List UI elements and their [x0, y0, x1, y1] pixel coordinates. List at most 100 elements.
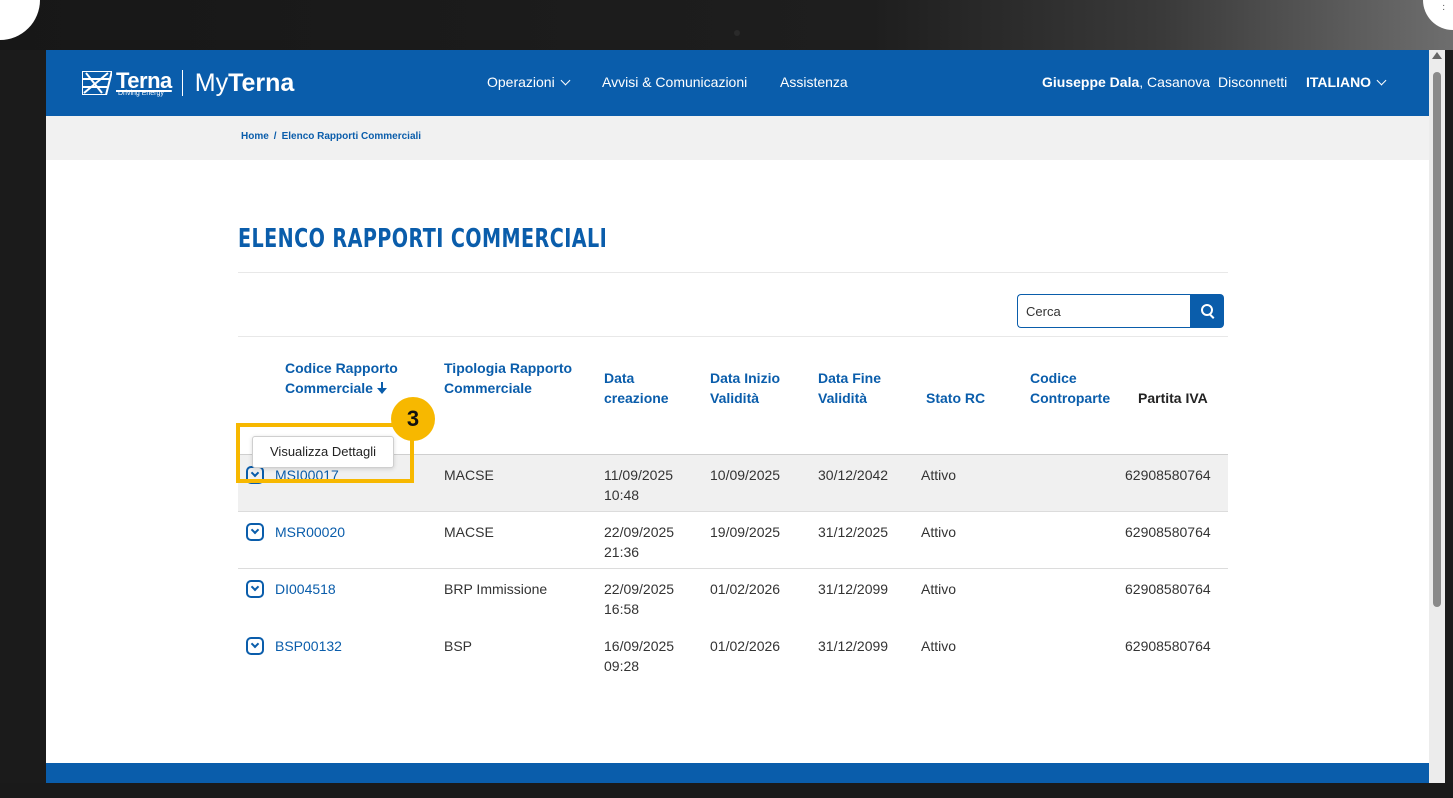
row-created-date: 11/09/2025: [604, 467, 674, 483]
row-start: 01/02/2026: [710, 581, 781, 597]
row-status: Attivo: [921, 524, 957, 540]
col-codice-controparte[interactable]: Codice Controparte: [1030, 368, 1110, 408]
row-start: 19/09/2025: [710, 524, 781, 540]
row-status: Attivo: [921, 581, 957, 597]
col-data-inizio-l2: Validità: [710, 390, 760, 406]
product-suffix: Terna: [228, 68, 295, 97]
col-codice-rapporto[interactable]: Codice Rapporto Commerciale: [285, 358, 398, 398]
search-icon: [1201, 304, 1213, 316]
nav-assistenza[interactable]: Assistenza: [780, 74, 848, 90]
row-created-date: 16/09/2025: [604, 638, 675, 654]
table-row[interactable]: BSP00132 BSP 16/09/2025 09:28 01/02/2026 …: [238, 626, 1228, 683]
row-status: Attivo: [921, 638, 957, 654]
site-footer: [46, 763, 1429, 783]
col-partita-iva: Partita IVA: [1138, 388, 1208, 408]
nav-avvisi[interactable]: Avvisi & Comunicazioni: [602, 74, 747, 90]
row-created-time: 09:28: [604, 658, 640, 674]
chevron-down-icon: [560, 75, 571, 86]
search-button[interactable]: [1190, 294, 1224, 328]
site-header: Terna Driving Energy MyTerna Operazioni …: [46, 50, 1429, 116]
scroll-up-arrow-icon[interactable]: [1432, 52, 1442, 59]
col-partita-iva-l1: Partita IVA: [1138, 390, 1208, 406]
expand-chevron-icon[interactable]: [246, 523, 264, 541]
language-selector[interactable]: ITALIANO: [1306, 74, 1387, 90]
row-status: Attivo: [921, 467, 957, 483]
row-vat: 62908580764: [1125, 581, 1211, 597]
row-created: 16/09/2025 09:28: [604, 636, 674, 676]
row-created: 11/09/2025 10:48: [604, 465, 673, 505]
row-end: 30/12/2042: [818, 467, 889, 483]
col-data-fine-l1: Data Fine: [818, 370, 882, 386]
col-codice-controparte-l1: Codice: [1030, 370, 1077, 386]
table-row[interactable]: DI004518 BRP Immissione 22/09/2025 16:58 …: [238, 569, 1228, 626]
row-start: 01/02/2026: [710, 638, 781, 654]
col-tipologia[interactable]: Tipologia Rapporto Commerciale: [444, 358, 572, 398]
nav-operazioni-label: Operazioni: [487, 74, 555, 90]
row-end: 31/12/2099: [818, 638, 889, 654]
product-name: MyTerna: [195, 69, 295, 98]
row-created-time: 10:48: [604, 487, 640, 503]
col-stato-rc-l1: Stato RC: [926, 390, 986, 406]
row-end: 31/12/2099: [818, 581, 889, 597]
row-created: 22/09/2025 16:58: [604, 579, 674, 619]
row-type: MACSE: [444, 467, 494, 483]
nav-assistenza-label: Assistenza: [780, 74, 848, 90]
col-data-inizio-l1: Data Inizio: [710, 370, 781, 386]
row-code[interactable]: BSP00132: [275, 636, 342, 656]
nav-operazioni[interactable]: Operazioni: [487, 74, 571, 90]
search-divider: [238, 336, 1228, 337]
table-row[interactable]: MSR00020 MACSE 22/09/2025 21:36 19/09/202…: [238, 512, 1228, 569]
row-created: 22/09/2025 21:36: [604, 522, 674, 562]
logo-brand: Terna: [116, 67, 172, 93]
search-box: [1017, 294, 1227, 328]
col-data-fine[interactable]: Data Fine Validità: [818, 368, 881, 408]
row-vat: 62908580764: [1125, 467, 1211, 483]
row-code[interactable]: MSR00020: [275, 522, 345, 542]
logo-divider: [181, 70, 183, 96]
user-location: , Casanova: [1139, 74, 1211, 90]
more-dots-icon: · ·: [1442, 0, 1446, 15]
breadcrumb-current: Elenco Rapporti Commerciali: [281, 131, 422, 142]
laptop-bezel-bottom: [0, 783, 1453, 798]
row-created-date: 22/09/2025: [604, 524, 675, 540]
row-created-date: 22/09/2025: [604, 581, 675, 597]
row-end: 31/12/2025: [818, 524, 889, 540]
breadcrumb: Home / Elenco Rapporti Commerciali: [241, 131, 421, 142]
expand-chevron-icon[interactable]: [246, 637, 264, 655]
title-divider: [238, 272, 1228, 273]
row-vat: 62908580764: [1125, 524, 1211, 540]
chevron-down-icon: [1376, 75, 1387, 86]
laptop-bezel-top: [0, 0, 1453, 50]
browser-viewport: Terna Driving Energy MyTerna Operazioni …: [46, 50, 1429, 783]
row-start: 10/09/2025: [710, 467, 781, 483]
terna-logo-icon: [82, 71, 112, 95]
col-tipologia-l2: Commerciale: [444, 380, 532, 396]
row-code[interactable]: DI004518: [275, 579, 336, 599]
expand-chevron-icon[interactable]: [246, 580, 264, 598]
logo[interactable]: Terna Driving Energy MyTerna: [82, 67, 294, 99]
language-label: ITALIANO: [1306, 74, 1372, 90]
col-codice-rapporto-l1: Codice Rapporto: [285, 360, 398, 376]
row-type: MACSE: [444, 524, 494, 540]
breadcrumb-home[interactable]: Home: [241, 131, 269, 142]
col-stato-rc[interactable]: Stato RC: [926, 388, 985, 408]
row-vat: 62908580764: [1125, 638, 1211, 654]
col-tipologia-l1: Tipologia Rapporto: [444, 360, 573, 376]
vertical-scrollbar[interactable]: [1429, 50, 1445, 783]
nav-avvisi-label: Avvisi & Comunicazioni: [602, 74, 748, 90]
col-data-fine-l2: Validità: [818, 390, 868, 406]
camera-icon: [734, 30, 740, 36]
logout-link[interactable]: Disconnetti: [1218, 74, 1287, 90]
logo-tagline: Driving Energy: [118, 89, 164, 97]
search-input[interactable]: [1017, 294, 1190, 328]
user-name: Giuseppe Dala: [1042, 74, 1140, 90]
row-created-time: 21:36: [604, 544, 640, 560]
breadcrumb-separator: /: [273, 131, 277, 142]
col-data-creazione[interactable]: Data creazione: [604, 368, 669, 408]
col-data-inizio[interactable]: Data Inizio Validità: [710, 368, 780, 408]
logo-wordmark: Terna Driving Energy: [116, 67, 172, 97]
col-data-creazione-l1: Data: [604, 370, 635, 386]
scrollbar-thumb[interactable]: [1433, 72, 1441, 607]
sort-arrow-down-icon: [376, 382, 387, 394]
page-title: ELENCO RAPPORTI COMMERCIALI: [238, 224, 608, 254]
